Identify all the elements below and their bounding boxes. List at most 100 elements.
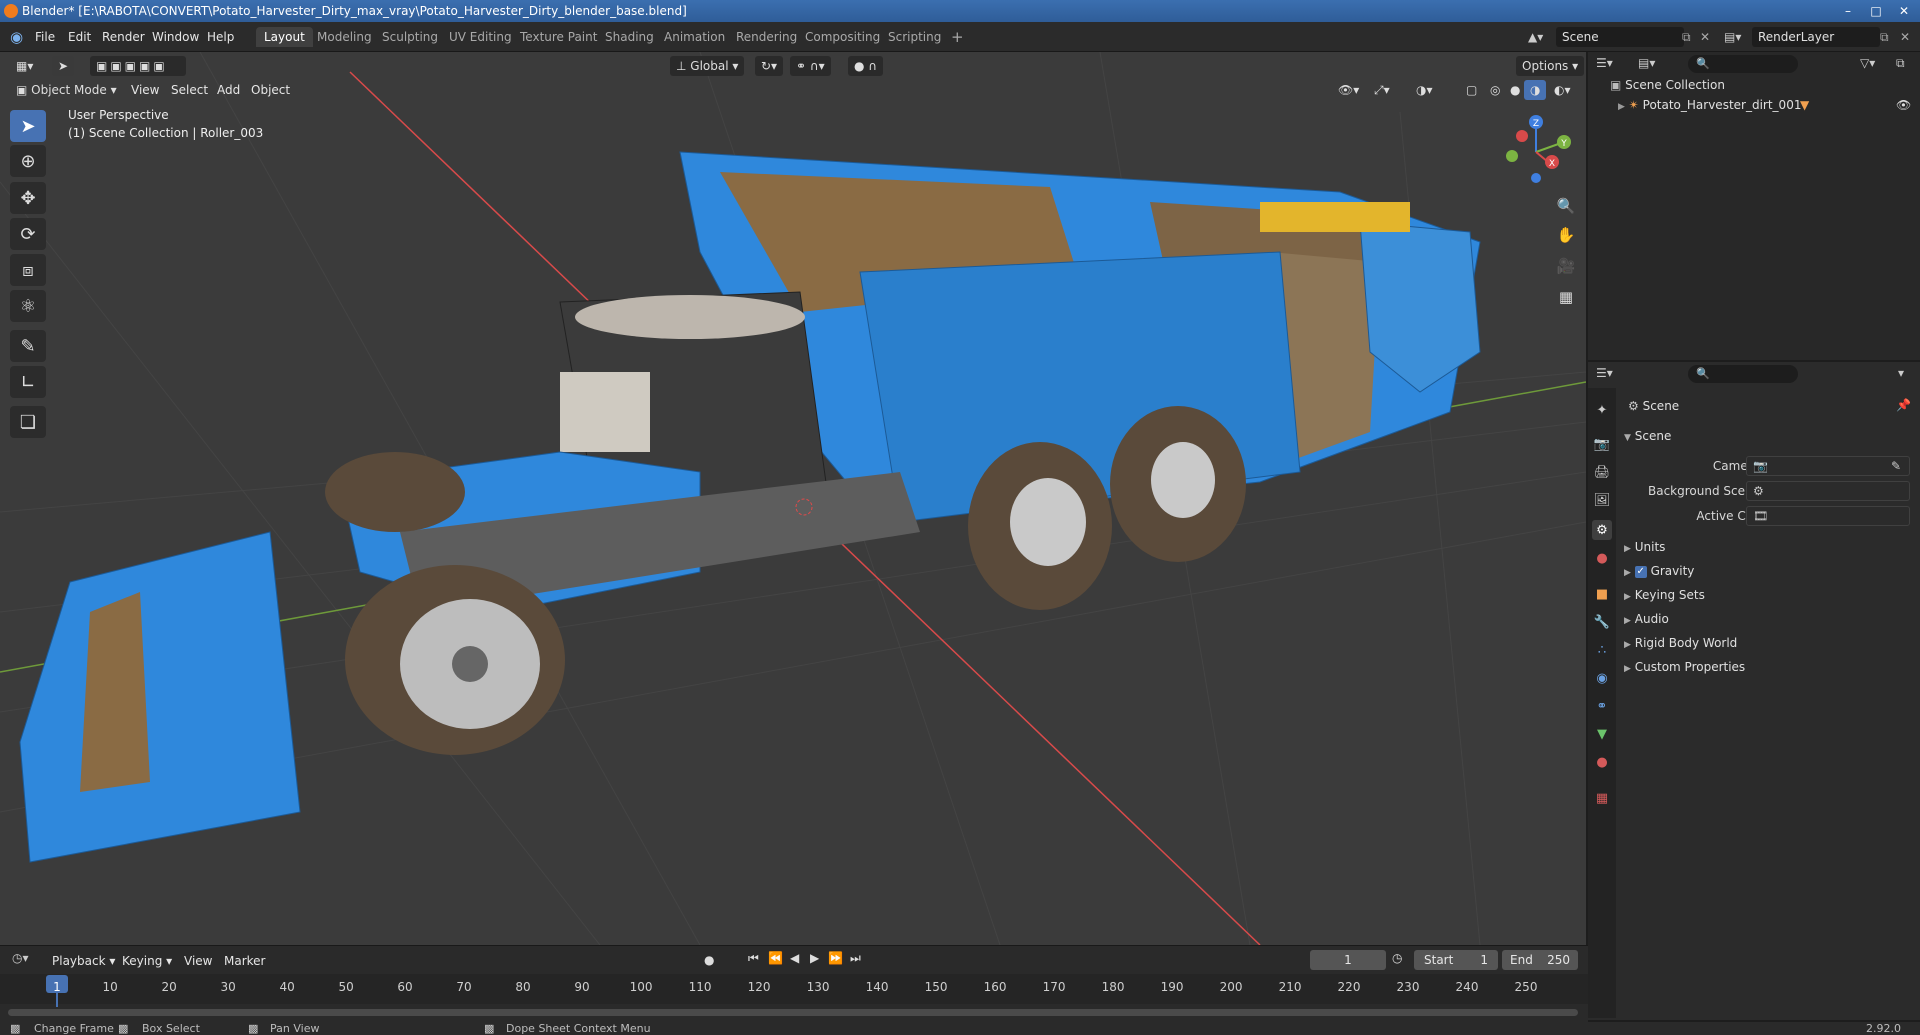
expand-arrow-icon[interactable]: ▶ (1618, 102, 1625, 112)
scene-collection-row[interactable]: ▣ Scene Collection (1610, 78, 1725, 92)
pivot-icon[interactable]: ↻▾ (755, 56, 784, 76)
tab-sculpting[interactable]: Sculpting (374, 27, 446, 47)
tab-shading[interactable]: Shading (597, 27, 662, 47)
options-dropdown[interactable]: Options ▾ (1516, 56, 1585, 76)
minimize-icon[interactable]: – (1834, 0, 1862, 22)
visibility-eye-icon[interactable]: 👁 (1896, 98, 1911, 112)
outliner-search-input[interactable]: 🔍 (1688, 55, 1798, 73)
scale-tool[interactable]: ⧈ (10, 254, 46, 286)
viewport-menu-select[interactable]: Select (171, 80, 208, 100)
timeline-menu-marker[interactable]: Marker (224, 951, 265, 971)
menu-file[interactable]: File (35, 28, 55, 46)
modifier-tab-icon[interactable]: 🔧 (1592, 612, 1612, 632)
jump-end-icon[interactable]: ⏭ (850, 951, 861, 966)
current-frame-field[interactable]: 1 (1310, 950, 1386, 970)
next-keyframe-icon[interactable]: ⏩ (828, 951, 843, 965)
close-icon[interactable]: ✕ (1890, 0, 1918, 22)
play-icon[interactable]: ▶ (810, 951, 819, 965)
menu-help[interactable]: Help (207, 28, 234, 46)
outliner-display-mode-icon[interactable]: ☰▾ (1596, 56, 1613, 70)
transform-tool[interactable]: ⚛ (10, 290, 46, 322)
tool-tab-icon[interactable]: ✦ (1592, 400, 1612, 420)
prev-keyframe-icon[interactable]: ⏪ (768, 951, 783, 965)
object-tab-icon[interactable]: ■ (1592, 584, 1612, 604)
pin-icon[interactable]: 📌 (1896, 398, 1911, 412)
viewport-menu-object[interactable]: Object (251, 80, 290, 100)
new-collection-icon[interactable]: ⧉ (1896, 56, 1905, 71)
material-tab-icon[interactable]: ● (1592, 752, 1612, 772)
timeline-editor-icon[interactable]: ◷▾ (12, 951, 29, 965)
active-clip-field[interactable]: 🎞 (1746, 506, 1910, 526)
menu-render[interactable]: Render (102, 28, 145, 46)
potato-harvester-model[interactable] (19, 151, 1481, 863)
move-tool[interactable]: ✥ (10, 182, 46, 214)
shading-material-icon[interactable]: ◑ (1524, 80, 1547, 100)
delete-scene-icon[interactable]: ✕ (1700, 28, 1710, 46)
end-frame-field[interactable]: End 250 (1502, 950, 1578, 970)
properties-options-icon[interactable]: ▾ (1898, 366, 1904, 380)
selection-modes[interactable]: ▣▣▣▣▣ (90, 56, 186, 76)
rotate-tool[interactable]: ⟳ (10, 218, 46, 250)
timeline-scrollbar[interactable] (8, 1009, 1578, 1016)
xray-icon[interactable]: ▢ (1460, 80, 1483, 100)
timeline-menu-view[interactable]: View (184, 951, 212, 971)
tab-layout[interactable]: Layout (256, 27, 313, 47)
orientation-dropdown[interactable]: ⊥ Global ▾ (670, 56, 745, 76)
properties-editor-icon[interactable]: ☰▾ (1596, 366, 1613, 380)
object-mode-dropdown[interactable]: ▣ Object Mode ▾ (10, 80, 123, 100)
gravity-checkbox[interactable]: ✓ (1634, 565, 1647, 578)
zoom-icon[interactable]: 🔍 (1553, 193, 1579, 219)
tab-texture-paint[interactable]: Texture Paint (512, 27, 605, 47)
tab-compositing[interactable]: Compositing (797, 27, 888, 47)
3d-viewport[interactable] (0, 52, 1586, 945)
select-box-tool[interactable]: ➤ (10, 110, 46, 142)
subpanel-rigid-body-world[interactable]: ▶ Rigid Body World (1624, 632, 1737, 654)
grid-toggle-icon[interactable]: ▦ (1553, 284, 1579, 310)
particles-tab-icon[interactable]: ∴ (1592, 640, 1612, 660)
tab-animation[interactable]: Animation (656, 27, 733, 47)
menu-edit[interactable]: Edit (68, 28, 91, 46)
viewport-menu-add[interactable]: Add (217, 80, 240, 100)
eyedropper-icon[interactable]: ✎ (1891, 459, 1901, 473)
shading-rendered-icon[interactable]: ◐▾ (1548, 80, 1577, 100)
timeline-menu-playback[interactable]: Playback ▾ (52, 951, 115, 971)
tab-rendering[interactable]: Rendering (728, 27, 805, 47)
new-view-layer-icon[interactable]: ⧉ (1880, 28, 1889, 46)
jump-start-icon[interactable]: ⏮ (748, 951, 759, 966)
new-scene-icon[interactable]: ⧉ (1682, 28, 1691, 46)
subpanel-audio[interactable]: ▶ Audio (1624, 608, 1669, 630)
record-keyframe-icon[interactable]: ● (704, 953, 714, 967)
texture-tab-icon[interactable]: ▦ (1592, 788, 1612, 808)
blender-menu-icon[interactable]: ◉ (10, 28, 23, 46)
add-workspace-button[interactable]: + (943, 27, 972, 47)
subpanel-custom-properties[interactable]: ▶ Custom Properties (1624, 656, 1745, 678)
start-frame-field[interactable]: Start 1 (1414, 950, 1498, 970)
camera-view-icon[interactable]: 🎥 (1553, 253, 1579, 279)
world-tab-icon[interactable]: ● (1592, 548, 1612, 568)
play-reverse-icon[interactable]: ◀ (790, 951, 799, 965)
outliner-view-icon[interactable]: ▤▾ (1638, 56, 1655, 70)
tab-modeling[interactable]: Modeling (309, 27, 380, 47)
outliner-filter-icon[interactable]: ▽▾ (1860, 56, 1875, 70)
background-scene-field[interactable]: ⚙ (1746, 481, 1910, 501)
gizmo-toggle-icon[interactable]: ⤢▾ (1368, 80, 1396, 100)
tab-scripting[interactable]: Scripting (880, 27, 949, 47)
scene-field[interactable]: Scene (1556, 27, 1684, 47)
timeline-menu-keying[interactable]: Keying ▾ (122, 951, 172, 971)
visibility-icon[interactable]: 👁▾ (1332, 80, 1365, 100)
scene-panel-header[interactable]: ▼ Scene (1624, 425, 1671, 447)
view-layer-icon[interactable]: ▤▾ (1724, 28, 1741, 46)
overlay-toggle-icon[interactable]: ◑▾ (1410, 80, 1439, 100)
preview-range-icon[interactable]: ◷ (1392, 951, 1402, 965)
pan-hand-icon[interactable]: ✋ (1553, 222, 1579, 248)
outliner-item-potato-harvester[interactable]: ▶ ✴ Potato_Harvester_dirt_001 ▼ 👁 (1618, 98, 1914, 112)
subpanel-units[interactable]: ▶ Units (1624, 536, 1665, 558)
scene-tab-icon[interactable]: ⚙ (1592, 520, 1612, 540)
annotate-tool[interactable]: ✎ (10, 330, 46, 362)
tab-uv-editing[interactable]: UV Editing (441, 27, 520, 47)
view-layer-field[interactable]: RenderLayer (1752, 27, 1880, 47)
scene-selector-icon[interactable]: ▲▾ (1528, 28, 1543, 46)
proportional-edit-icon[interactable]: ● ∩ (848, 56, 884, 76)
menu-window[interactable]: Window (152, 28, 199, 46)
delete-view-layer-icon[interactable]: ✕ (1900, 28, 1910, 46)
